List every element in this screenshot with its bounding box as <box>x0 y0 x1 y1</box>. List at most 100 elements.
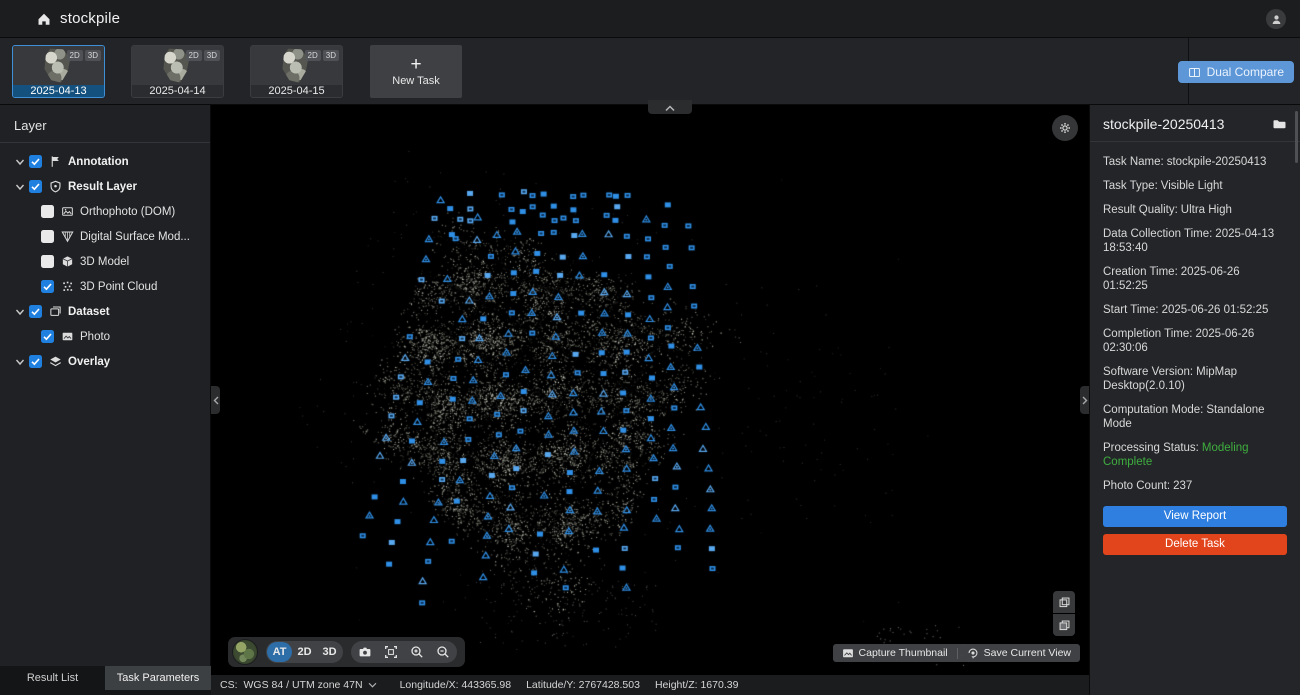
user-avatar-button[interactable] <box>1266 9 1286 29</box>
viewport-toolbar: AT 2D 3D <box>228 637 465 667</box>
task-card-2025-04-15[interactable]: 2D 3D 2025-04-15 <box>250 45 343 98</box>
cube-solid-icon <box>1058 619 1071 632</box>
layer-row-photo[interactable]: Photo <box>0 324 210 349</box>
mode-button-3d[interactable]: 3D <box>317 642 342 662</box>
folder-icon[interactable] <box>1272 117 1287 130</box>
map-viewport: AT 2D 3D <box>211 105 1089 675</box>
task-card-2025-04-13[interactable]: 2D 3D 2025-04-13 <box>12 45 105 98</box>
coordinate-system-value[interactable]: WGS 84 / UTM zone 47N <box>244 679 363 691</box>
status-bar: CS: WGS 84 / UTM zone 47N Longitude/X: 4… <box>211 675 1089 695</box>
zoom-out-icon <box>436 645 450 659</box>
field-software-version: Software Version:MipMap Desktop(2.0.10) <box>1103 365 1286 393</box>
layer-row-result-layer[interactable]: Result Layer <box>0 174 210 199</box>
badge-3d[interactable]: 3D <box>204 50 220 61</box>
view-orientation-buttons <box>1053 591 1075 636</box>
chevron-down-icon[interactable] <box>14 306 26 318</box>
tab-result-list[interactable]: Result List <box>0 666 105 690</box>
badge-2d[interactable]: 2D <box>67 50 83 61</box>
orthographic-view-button[interactable] <box>1053 614 1075 636</box>
save-current-view-button[interactable]: Save Current View <box>967 647 1071 659</box>
home-icon <box>36 11 52 27</box>
latitude-value: Latitude/Y: 2767428.503 <box>526 679 640 691</box>
task-card-2025-04-14[interactable]: 2D 3D 2025-04-14 <box>131 45 224 98</box>
viewport-settings-button[interactable] <box>1052 115 1078 141</box>
checkbox-3d-point-cloud[interactable] <box>41 280 54 293</box>
top-bar: stockpile <box>0 0 1300 38</box>
badge-2d[interactable]: 2D <box>305 50 321 61</box>
scrollbar-thumb[interactable] <box>1295 111 1298 163</box>
mode-button-2d[interactable]: 2D <box>292 642 317 662</box>
badge-3d[interactable]: 3D <box>85 50 101 61</box>
checkbox-dsm[interactable] <box>41 230 54 243</box>
capture-thumbnail-label: Capture Thumbnail <box>859 647 948 659</box>
checkbox-3d-model[interactable] <box>41 255 54 268</box>
chevron-left-icon <box>213 396 219 405</box>
checkbox-annotation[interactable] <box>29 155 42 168</box>
delete-task-button[interactable]: Delete Task <box>1103 534 1287 555</box>
field-creation-time: Creation Time:2025-06-26 01:52:25 <box>1103 265 1286 293</box>
details-fields: Task Name:stockpile-20250413 Task Type:V… <box>1090 142 1300 493</box>
height-value: Height/Z: 1670.39 <box>655 679 738 691</box>
chevron-up-icon <box>664 105 676 112</box>
fit-view-button[interactable] <box>378 642 404 662</box>
zoom-out-button[interactable] <box>430 642 456 662</box>
layer-row-annotation[interactable]: Annotation <box>0 149 210 174</box>
mode-button-at[interactable]: AT <box>267 642 292 662</box>
point-cloud-canvas[interactable] <box>211 105 1089 675</box>
globe-basemap-button[interactable] <box>232 639 258 665</box>
screenshot-button[interactable] <box>352 642 378 662</box>
collapse-left-panel-handle[interactable] <box>211 386 220 414</box>
layer-row-dataset[interactable]: Dataset <box>0 299 210 324</box>
chevron-down-icon[interactable] <box>368 682 377 688</box>
task-thumbnail: 2D 3D <box>13 46 104 85</box>
view-mode-group: AT 2D 3D <box>266 641 343 663</box>
page-title: stockpile <box>60 10 120 27</box>
details-actions: View Report Delete Task <box>1090 503 1300 555</box>
field-processing-status: Processing Status:Modeling Complete <box>1103 441 1286 469</box>
zoom-in-button[interactable] <box>404 642 430 662</box>
new-task-button[interactable]: + New Task <box>370 45 462 98</box>
checkbox-overlay[interactable] <box>29 355 42 368</box>
dataset-stack-icon <box>49 305 62 318</box>
badge-2d[interactable]: 2D <box>186 50 202 61</box>
checkbox-result-layer[interactable] <box>29 180 42 193</box>
layer-row-orthophoto[interactable]: Orthophoto (DOM) <box>0 199 210 224</box>
checkbox-photo[interactable] <box>41 330 54 343</box>
layer-panel-title: Layer <box>0 105 210 142</box>
orthophoto-image-icon <box>61 205 74 218</box>
photo-icon <box>61 330 74 343</box>
checkbox-dataset[interactable] <box>29 305 42 318</box>
thumbnail-image-icon <box>842 648 854 659</box>
layer-label: 3D Point Cloud <box>80 281 157 293</box>
layer-row-overlay[interactable]: Overlay <box>0 349 210 374</box>
badge-3d[interactable]: 3D <box>323 50 339 61</box>
view-report-button[interactable]: View Report <box>1103 506 1287 527</box>
application-window: stockpile 2D 3D 2025-04-13 2D 3D <box>0 0 1300 695</box>
dual-compare-button[interactable]: Dual Compare <box>1178 61 1294 83</box>
collapse-strip-handle[interactable] <box>648 100 692 114</box>
checkbox-orthophoto[interactable] <box>41 205 54 218</box>
point-cloud-icon <box>61 280 74 293</box>
home-button[interactable] <box>36 11 52 27</box>
collapse-right-panel-handle[interactable] <box>1080 386 1089 414</box>
layer-label: Photo <box>80 331 110 343</box>
chevron-down-icon[interactable] <box>14 181 26 193</box>
layer-row-dsm[interactable]: Digital Surface Mod... <box>0 224 210 249</box>
layer-row-3d-point-cloud[interactable]: 3D Point Cloud <box>0 274 210 299</box>
layer-row-3d-model[interactable]: 3D Model <box>0 249 210 274</box>
new-task-label: New Task <box>392 75 439 87</box>
chevron-down-icon[interactable] <box>14 156 26 168</box>
layer-label: Overlay <box>68 356 110 368</box>
field-start-time: Start Time:2025-06-26 01:52:25 <box>1103 303 1286 317</box>
flag-icon <box>49 155 62 168</box>
layers-icon <box>49 355 62 368</box>
tab-task-parameters[interactable]: Task Parameters <box>105 666 211 690</box>
layer-label: 3D Model <box>80 256 129 268</box>
layer-label: Orthophoto (DOM) <box>80 206 175 218</box>
plus-icon: + <box>410 56 421 74</box>
perspective-view-button[interactable] <box>1053 591 1075 613</box>
capture-thumbnail-button[interactable]: Capture Thumbnail <box>842 647 948 659</box>
dual-compare-label: Dual Compare <box>1207 65 1284 79</box>
field-task-name: Task Name:stockpile-20250413 <box>1103 155 1286 169</box>
chevron-down-icon[interactable] <box>14 356 26 368</box>
